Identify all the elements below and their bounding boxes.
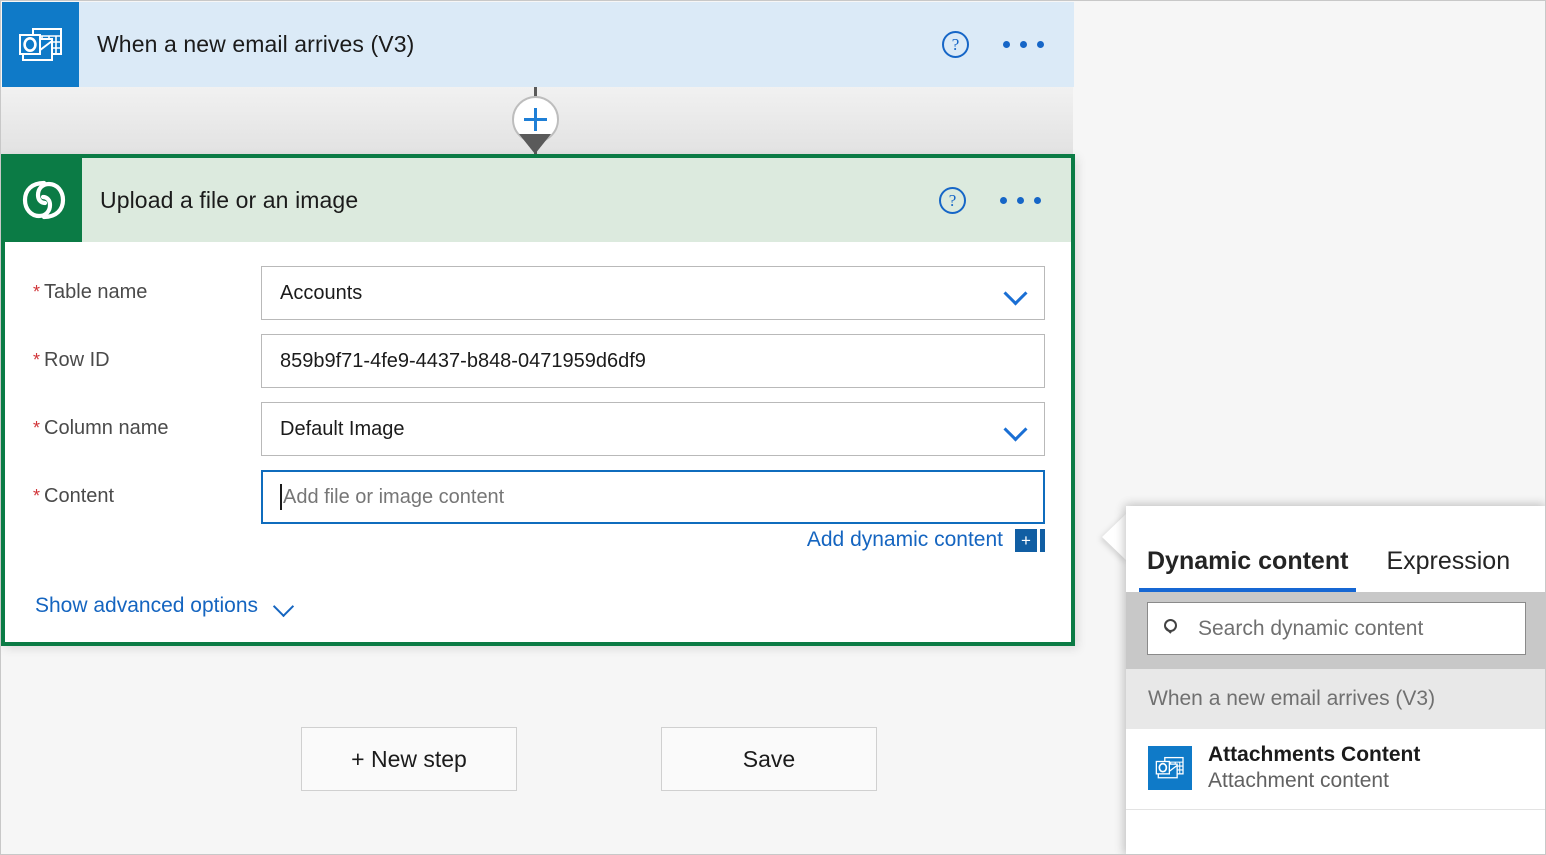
dynamic-content-item-attachments-content[interactable]: Attachments Content Attachment content [1126, 729, 1546, 810]
field-label-table-name: *Table name [33, 266, 261, 304]
text-cursor [280, 484, 282, 510]
add-dynamic-content-link[interactable]: Add dynamic content [807, 528, 1003, 552]
dataverse-icon [5, 158, 82, 242]
step-connector [1, 87, 1073, 154]
panel-callout-pointer [1102, 513, 1127, 561]
field-row-column-name: *Column name Default Image [33, 402, 1045, 456]
show-advanced-options-label: Show advanced options [35, 594, 258, 618]
trigger-card-outlook[interactable]: When a new email arrives (V3) ? [2, 2, 1074, 87]
required-marker: * [33, 418, 40, 438]
panel-search-band: Search dynamic content [1126, 592, 1546, 669]
chevron-down-icon[interactable] [1006, 283, 1026, 303]
save-button[interactable]: Save [661, 727, 877, 791]
flow-designer-canvas: When a new email arrives (V3) ? Upload a… [0, 0, 1546, 855]
ellipsis-icon[interactable] [1000, 197, 1041, 204]
search-icon [1162, 618, 1184, 640]
arrow-down-icon [519, 134, 551, 154]
dynamic-content-group-header: When a new email arrives (V3) [1126, 669, 1546, 729]
trigger-card-title: When a new email arrives (V3) [79, 31, 942, 58]
field-row-row-id: *Row ID 859b9f71-4fe9-4437-b848-0471959d… [33, 334, 1045, 388]
row-id-input[interactable]: 859b9f71-4fe9-4437-b848-0471959d6df9 [261, 334, 1045, 388]
help-circle-icon[interactable]: ? [939, 187, 966, 214]
field-label-content: *Content [33, 470, 261, 508]
search-placeholder: Search dynamic content [1198, 617, 1423, 641]
dynamic-content-panel[interactable]: Dynamic content Expression Search dynami… [1126, 506, 1546, 855]
panel-tab-list: Dynamic content Expression [1126, 506, 1546, 592]
field-row-table-name: *Table name Accounts [33, 266, 1045, 320]
column-name-value: Default Image [280, 418, 1006, 441]
trigger-card-actions: ? [942, 31, 1074, 58]
required-marker: * [33, 350, 40, 370]
required-marker: * [33, 486, 40, 506]
action-card-actions: ? [939, 187, 1071, 214]
action-card-header[interactable]: Upload a file or an image ? [5, 158, 1071, 242]
chevron-down-icon[interactable] [1006, 419, 1026, 439]
column-name-dropdown[interactable]: Default Image [261, 402, 1045, 456]
field-label-column-name: *Column name [33, 402, 261, 440]
add-dynamic-content-row[interactable]: Add dynamic content + [261, 528, 1045, 552]
new-step-button[interactable]: + New step [301, 727, 517, 791]
row-id-value: 859b9f71-4fe9-4437-b848-0471959d6df9 [280, 350, 1026, 373]
flow-bottom-bar: + New step Save [1, 727, 1075, 793]
outlook-icon [1148, 746, 1192, 790]
content-input[interactable]: Add file or image content [261, 470, 1045, 524]
required-marker: * [33, 282, 40, 302]
content-placeholder: Add file or image content [283, 486, 1025, 509]
tab-dynamic-content[interactable]: Dynamic content [1139, 547, 1356, 592]
show-advanced-options-toggle[interactable]: Show advanced options [35, 594, 1045, 618]
action-card-form: *Table name Accounts *Row ID 859b9f71-4f… [5, 242, 1071, 618]
chevron-down-icon [274, 599, 294, 613]
dynamic-content-item-text: Attachments Content Attachment content [1208, 743, 1420, 793]
action-card-upload-file[interactable]: Upload a file or an image ? *Table name … [1, 154, 1075, 646]
help-circle-icon[interactable]: ? [942, 31, 969, 58]
outlook-icon [2, 2, 79, 87]
add-dynamic-content-plus-icon[interactable]: + [1015, 529, 1045, 552]
table-name-value: Accounts [280, 282, 1006, 305]
trigger-card-header[interactable]: When a new email arrives (V3) ? [2, 2, 1074, 87]
tab-expression[interactable]: Expression [1378, 547, 1518, 592]
search-dynamic-content-input[interactable]: Search dynamic content [1147, 602, 1526, 655]
field-label-row-id: *Row ID [33, 334, 261, 372]
dynamic-content-item-subtitle: Attachment content [1208, 769, 1420, 793]
ellipsis-icon[interactable] [1003, 41, 1044, 48]
field-row-content: *Content Add file or image content Add d… [33, 470, 1045, 552]
action-card-title: Upload a file or an image [82, 187, 939, 214]
table-name-dropdown[interactable]: Accounts [261, 266, 1045, 320]
dynamic-content-item-title: Attachments Content [1208, 743, 1420, 767]
